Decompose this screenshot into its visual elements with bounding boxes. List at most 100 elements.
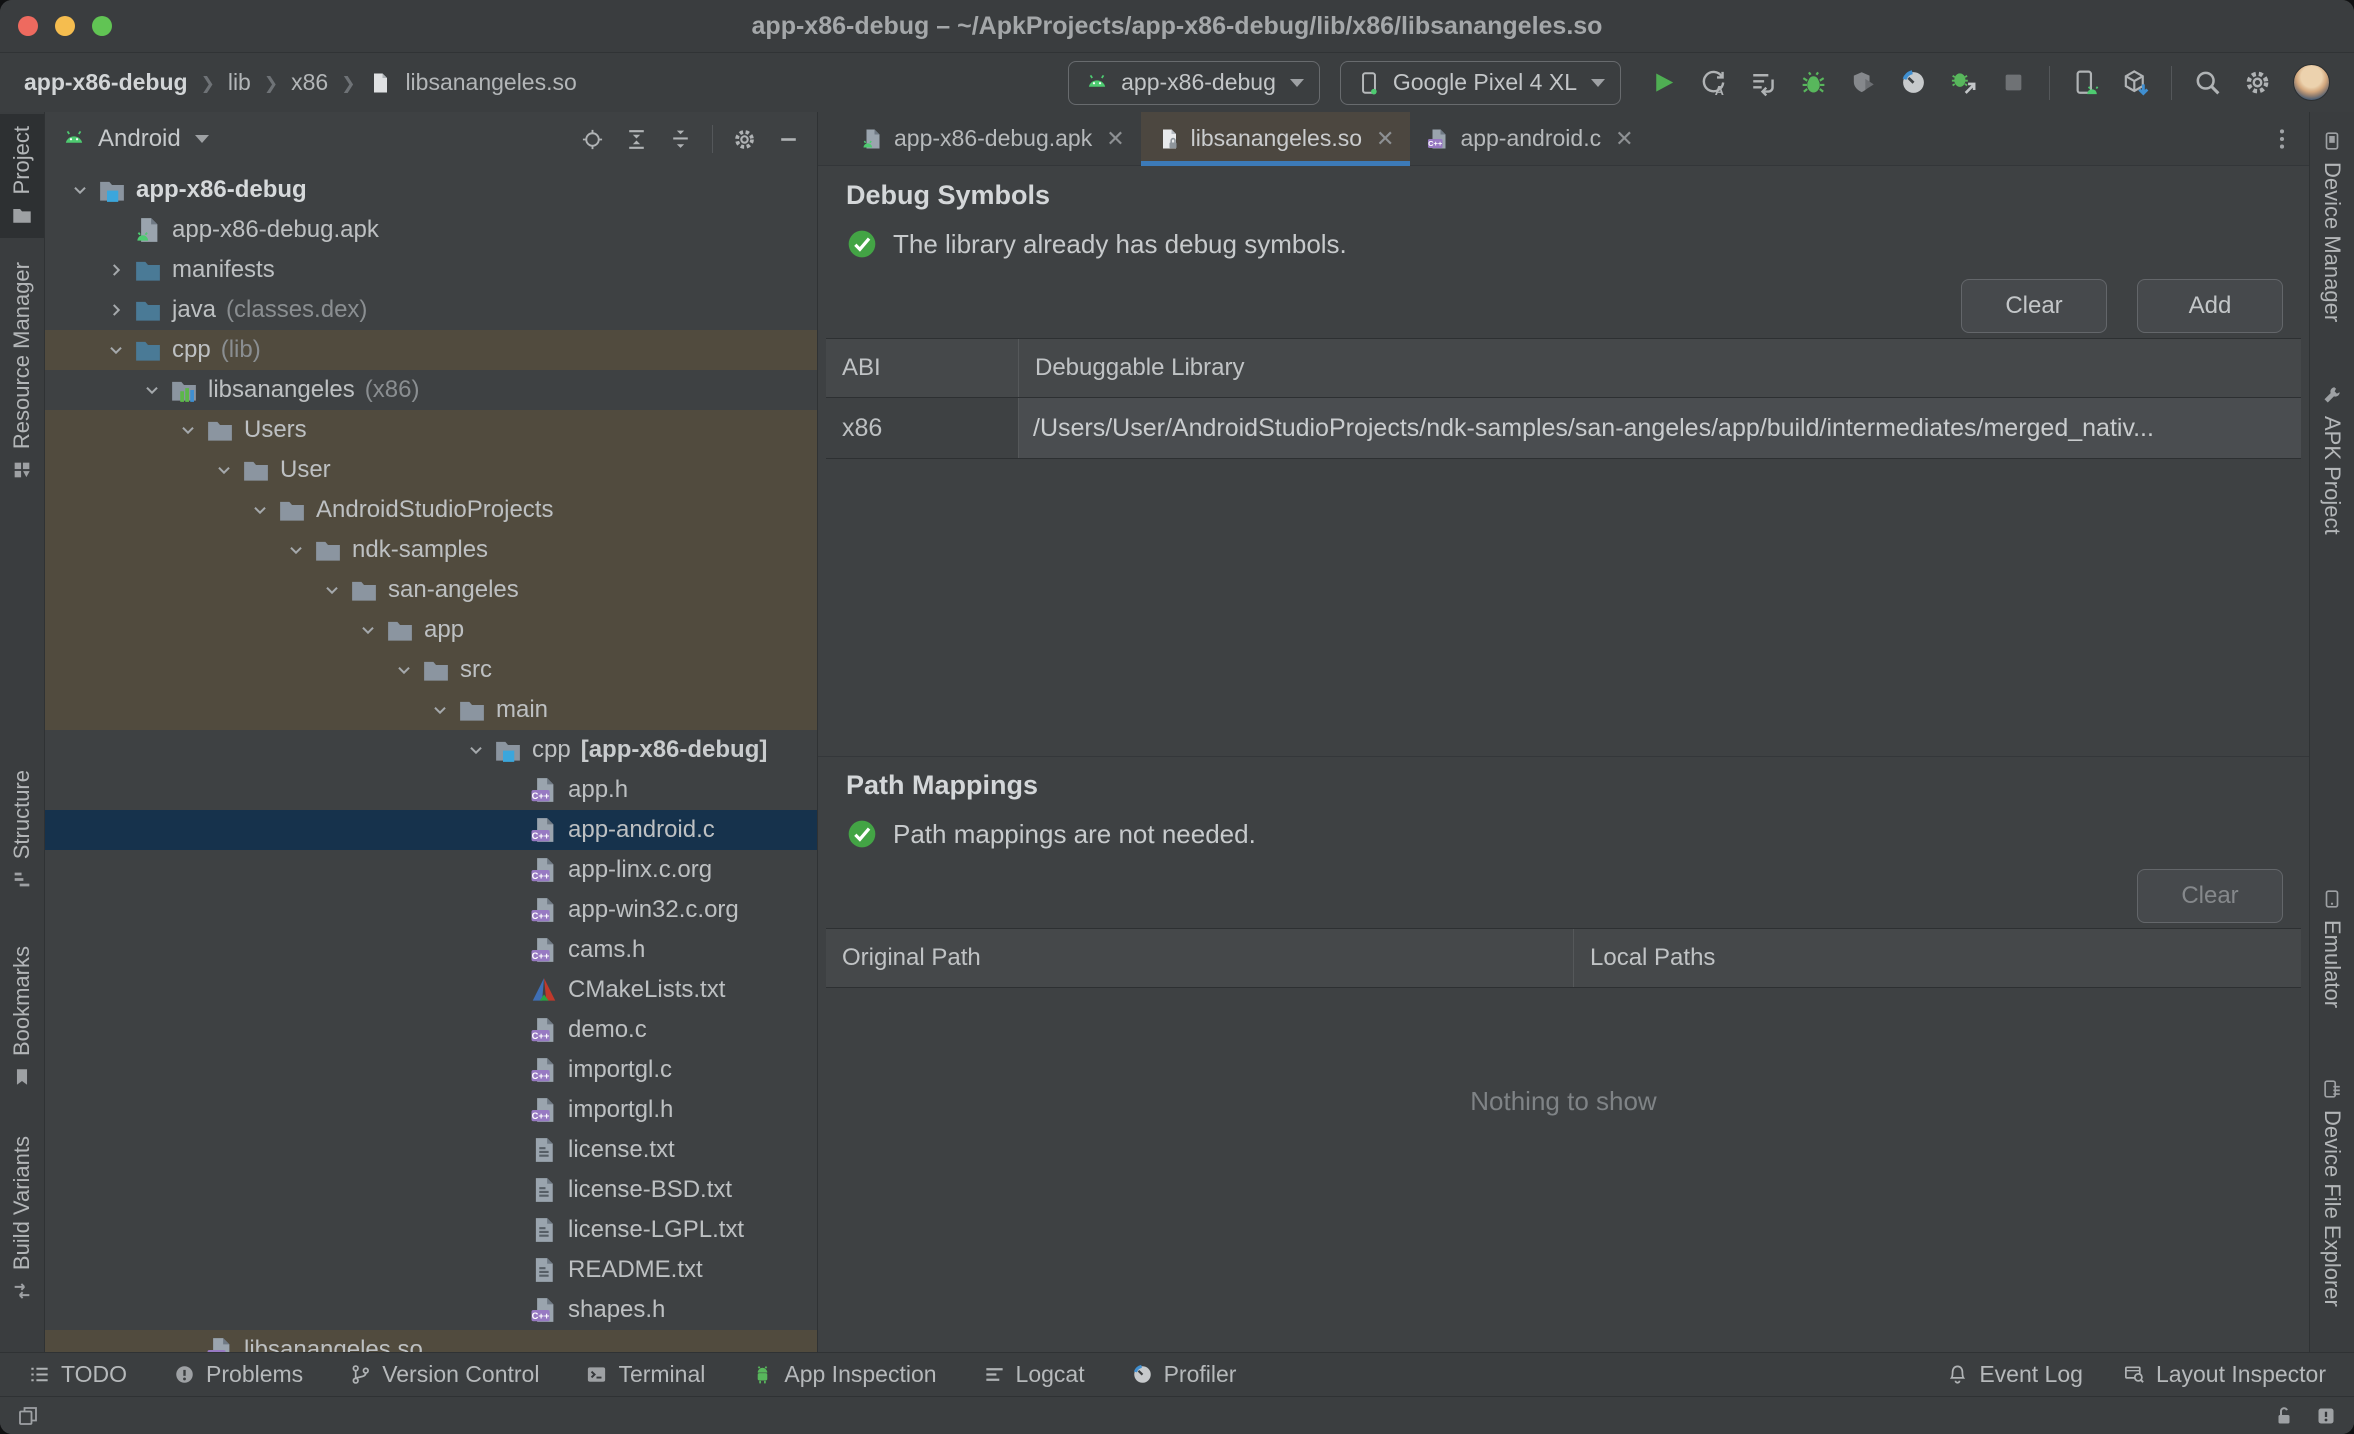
tool-window-button-emulator[interactable]: Emulator [2310,888,2354,1008]
device-manager-icon[interactable] [2071,68,2100,97]
tool-window-button-bookmarks[interactable]: Bookmarks [0,946,44,1088]
tab-app-x86-debug-apk[interactable]: app-x86-debug.apk ✕ [844,112,1141,165]
debug-icon[interactable] [1799,68,1828,97]
more-vert-icon[interactable] [2269,112,2309,165]
window-stack-icon[interactable] [16,1404,40,1428]
collapse-all-icon[interactable] [668,127,693,152]
tool-window-button-apk-project[interactable]: APK Project [2310,384,2354,535]
chevron-down-icon[interactable] [209,459,239,481]
tree-item-app-h[interactable]: C++ app.h [45,770,817,810]
tool-window-button-problems[interactable]: Problems [173,1361,303,1388]
chevron-down-icon[interactable] [425,699,455,721]
breadcrumb-item-lib[interactable]: lib [228,69,251,96]
run-configuration-select[interactable]: app-x86-debug [1068,60,1320,105]
tool-window-button-todo[interactable]: TODO [28,1361,127,1388]
attach-debugger-icon[interactable] [1949,68,1978,97]
tab-libsanangeles-so[interactable]: libsanangeles.so ✕ [1140,112,1411,166]
tool-window-button-logcat[interactable]: Logcat [983,1361,1085,1388]
tree-item-demo-c[interactable]: C++ demo.c [45,1010,817,1050]
tree-item-libsanangeles[interactable]: libsanangeles (x86) [45,370,817,410]
tab-close-icon[interactable]: ✕ [1615,126,1633,152]
tree-item-java[interactable]: java (classes.dex) [45,290,817,330]
chevron-down-icon[interactable] [137,379,167,401]
chevron-down-icon[interactable] [173,419,203,441]
tool-window-button-device-manager[interactable]: Device Manager [2310,130,2354,322]
tree-item-license-txt[interactable]: license.txt [45,1130,817,1170]
run-icon[interactable] [1649,68,1678,97]
project-view-selector[interactable]: Android [98,125,181,153]
clear-button[interactable]: Clear [1961,279,2107,333]
notifications-icon[interactable] [2314,1404,2338,1428]
tree-item-src[interactable]: src [45,650,817,690]
search-everywhere-icon[interactable] [2193,68,2222,97]
tree-item-app-android-c[interactable]: C++ app-android.c [45,810,817,850]
tool-window-button-profiler[interactable]: Profiler [1131,1361,1236,1388]
expand-all-icon[interactable] [624,127,649,152]
unlock-icon[interactable] [2272,1404,2296,1428]
chevron-down-icon[interactable] [353,619,383,641]
chevron-down-icon[interactable] [281,539,311,561]
tree-item-readme-txt[interactable]: README.txt [45,1250,817,1290]
tab-close-icon[interactable]: ✕ [1106,126,1124,152]
stop-icon[interactable] [1999,68,2028,97]
profile-icon[interactable] [1899,68,1928,97]
tab-close-icon[interactable]: ✕ [1376,126,1394,152]
tree-item-app[interactable]: app [45,610,817,650]
tree-item-license-bsd-txt[interactable]: license-BSD.txt [45,1170,817,1210]
tool-window-button-project[interactable]: Project [0,114,44,239]
tool-window-button-app-inspection[interactable]: App Inspection [751,1361,937,1388]
tree-item-libsanangeles-so[interactable]: C++ libsanangeles.so [45,1330,817,1352]
tree-item-importgl-h[interactable]: C++ importgl.h [45,1090,817,1130]
tool-window-button-event-log[interactable]: Event Log [1946,1361,2083,1388]
tree-item-app-linx-c-org[interactable]: C++ app-linx.c.org [45,850,817,890]
sync-icon[interactable] [1749,68,1778,97]
tool-window-button-resource-manager[interactable]: Resource Manager [0,262,44,481]
settings-icon[interactable] [2243,68,2272,97]
tab-app-android-c[interactable]: C++ app-android.c ✕ [1410,112,1649,165]
tree-item-user[interactable]: User [45,450,817,490]
library-path-cell[interactable]: /Users/User/AndroidStudioProjects/ndk-sa… [1018,398,2301,458]
chevron-down-icon[interactable] [389,659,419,681]
clear-button[interactable]: Clear [2137,869,2283,923]
breadcrumb-item-x86[interactable]: x86 [291,69,328,96]
tree-item-main[interactable]: main [45,690,817,730]
tree-item-importgl-c[interactable]: C++ importgl.c [45,1050,817,1090]
tool-window-button-structure[interactable]: Structure [0,770,44,891]
chevron-down-icon[interactable] [461,739,491,761]
chevron-down-icon[interactable] [245,499,275,521]
tree-item-cpp[interactable]: cpp [app-x86-debug] [45,730,817,770]
tool-window-button-device-file-explorer[interactable]: Device File Explorer [2310,1078,2354,1307]
tree-item-shapes-h[interactable]: C++ shapes.h [45,1290,817,1330]
apply-changes-icon[interactable]: A [1699,68,1728,97]
chevron-down-icon[interactable] [194,135,209,143]
tool-window-button-layout-inspector[interactable]: Layout Inspector [2123,1361,2326,1388]
chevron-down-icon[interactable] [65,179,95,201]
locate-icon[interactable] [580,127,605,152]
chevron-down-icon[interactable] [317,579,347,601]
chevron-right-icon[interactable] [101,259,131,281]
tree-item-cams-h[interactable]: C++ cams.h [45,930,817,970]
tree-item-app-x86-debug[interactable]: app-x86-debug [45,170,817,210]
device-select[interactable]: Google Pixel 4 XL [1339,60,1621,105]
tool-window-button-terminal[interactable]: Terminal [585,1361,705,1388]
breadcrumb-item-libsanangeles-so[interactable]: libsanangeles.so [405,69,576,96]
profile-avatar[interactable] [2293,64,2330,101]
tree-item-cpp[interactable]: cpp (lib) [45,330,817,370]
shield-run-icon[interactable] [1849,68,1878,97]
hide-icon[interactable] [776,127,801,152]
chevron-down-icon[interactable] [101,339,131,361]
breadcrumb-item-app-x86-debug[interactable]: app-x86-debug [24,69,188,96]
tree-item-androidstudioprojects[interactable]: AndroidStudioProjects [45,490,817,530]
add-button[interactable]: Add [2137,279,2283,333]
tree-item-license-lgpl-txt[interactable]: license-LGPL.txt [45,1210,817,1250]
tree-item-manifests[interactable]: manifests [45,250,817,290]
tree-item-app-win32-c-org[interactable]: C++ app-win32.c.org [45,890,817,930]
tree-item-ndk-samples[interactable]: ndk-samples [45,530,817,570]
avd-manager-icon[interactable] [2121,68,2150,97]
tool-window-button-build-variants[interactable]: Build Variants [0,1136,44,1302]
tree-item-san-angeles[interactable]: san-angeles [45,570,817,610]
table-row[interactable]: x86 /Users/User/AndroidStudioProjects/nd… [826,398,2301,459]
tree-item-app-x86-debug-apk[interactable]: app-x86-debug.apk [45,210,817,250]
tree-item-cmakelists-txt[interactable]: CMakeLists.txt [45,970,817,1010]
tree-item-users[interactable]: Users [45,410,817,450]
